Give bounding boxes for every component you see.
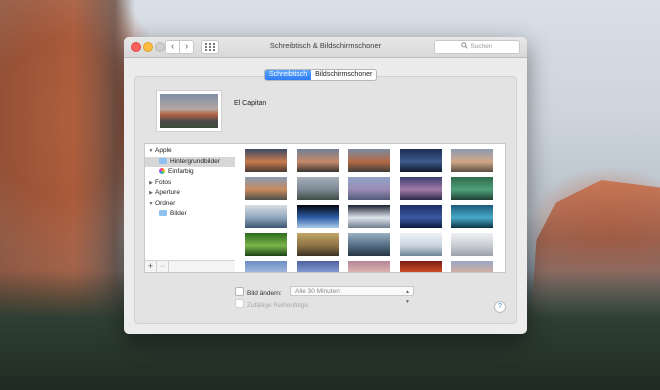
wallpaper-thumbnail[interactable] bbox=[296, 149, 339, 172]
wallpaper-thumbnail[interactable] bbox=[296, 261, 339, 272]
random-order-label: Zufällige Reihenfolge bbox=[247, 302, 309, 309]
wallpaper-thumbnail[interactable] bbox=[451, 177, 493, 200]
add-folder-button[interactable]: + bbox=[145, 261, 157, 272]
wallpaper-thumbnail[interactable] bbox=[348, 233, 390, 256]
folder-icon bbox=[159, 210, 167, 216]
tab-schreibtisch[interactable]: Schreibtisch bbox=[265, 70, 312, 80]
sidebar-item-apple[interactable]: ▼ Apple bbox=[145, 146, 236, 157]
change-picture-label: Bild ändern: bbox=[247, 290, 282, 297]
wallpaper-thumbnail[interactable] bbox=[399, 233, 442, 256]
wallpaper-thumbnail[interactable] bbox=[245, 233, 287, 256]
search-placeholder: Suchen bbox=[470, 43, 493, 50]
change-picture-checkbox[interactable] bbox=[235, 287, 244, 296]
wallpaper-thumbnail[interactable] bbox=[451, 261, 493, 272]
preview-image bbox=[160, 94, 218, 128]
wallpaper-thumbnail[interactable] bbox=[245, 261, 287, 272]
disclosure-closed-icon[interactable]: ▶ bbox=[147, 188, 155, 199]
source-list-footer: + − bbox=[145, 260, 236, 272]
popup-arrows-icon: ▲ ▼ bbox=[405, 289, 410, 305]
wallpaper-thumbnail[interactable] bbox=[451, 205, 493, 228]
disclosure-closed-icon[interactable]: ▶ bbox=[147, 178, 155, 189]
wallpaper-thumbnail[interactable] bbox=[348, 177, 390, 200]
disclosure-open-icon[interactable]: ▼ bbox=[147, 199, 155, 210]
wallpaper-thumbnail[interactable] bbox=[399, 177, 442, 200]
wallpaper-thumbnail[interactable] bbox=[245, 205, 287, 228]
interval-popup[interactable]: Alle 30 Minuten ▲ ▼ bbox=[290, 286, 414, 305]
sidebar-item-aperture[interactable]: ▶ Aperture bbox=[145, 188, 236, 199]
preferences-window: ‹ › Schreibtisch & Bildschirmschoner Suc… bbox=[124, 37, 527, 334]
help-button[interactable]: ? bbox=[494, 301, 506, 313]
color-wheel-icon bbox=[159, 168, 165, 174]
source-list: ▼ Apple Hintergrundbilder Einfarbig ▶ Foto… bbox=[144, 143, 237, 273]
current-wallpaper-name: El Capitan bbox=[234, 100, 267, 107]
title-bar: ‹ › Schreibtisch & Bildschirmschoner Suc… bbox=[124, 37, 527, 58]
wallpaper-thumbnail[interactable] bbox=[296, 233, 339, 256]
wallpaper-thumbnail[interactable] bbox=[451, 149, 493, 172]
tab-bar: Schreibtisch Bildschirmschoner bbox=[264, 69, 378, 81]
current-wallpaper-preview bbox=[156, 90, 222, 132]
sidebar-item-hintergrundbilder[interactable]: Hintergrundbilder bbox=[145, 156, 236, 167]
remove-folder-button[interactable]: − bbox=[157, 261, 169, 272]
wallpaper-thumbnail[interactable] bbox=[296, 205, 339, 228]
sidebar-item-fotos[interactable]: ▶ Fotos bbox=[145, 178, 236, 189]
sidebar-item-bilder[interactable]: Bilder bbox=[145, 209, 236, 220]
wallpaper-thumbnail[interactable] bbox=[399, 205, 442, 228]
tab-bildschirmschoner[interactable]: Bildschirmschoner bbox=[311, 70, 376, 80]
interval-value: Alle 30 Minuten bbox=[295, 288, 340, 295]
wallpaper-thumbnail[interactable] bbox=[245, 177, 287, 200]
sidebar-item-ordner[interactable]: ▼ Ordner bbox=[145, 199, 236, 210]
wallpaper-thumbnail[interactable] bbox=[296, 177, 339, 200]
options-area: Bild ändern: Alle 30 Minuten ▲ ▼ Zufällig… bbox=[235, 286, 414, 311]
wallpaper-thumbnail[interactable] bbox=[399, 261, 442, 272]
random-order-checkbox[interactable] bbox=[235, 299, 244, 308]
folder-icon bbox=[159, 157, 167, 164]
wallpaper-thumbnail[interactable] bbox=[348, 261, 390, 272]
disclosure-open-icon[interactable]: ▼ bbox=[147, 146, 155, 157]
wallpaper-thumbnail[interactable] bbox=[245, 149, 287, 172]
search-field[interactable]: Suchen bbox=[434, 40, 520, 54]
wallpaper-thumbnail[interactable] bbox=[348, 149, 390, 172]
wallpaper-thumbnail[interactable] bbox=[348, 205, 390, 228]
wallpaper-thumbnail[interactable] bbox=[451, 233, 493, 256]
wallpaper-gallery bbox=[235, 143, 506, 273]
wallpaper-thumbnail[interactable] bbox=[399, 149, 442, 172]
search-icon bbox=[461, 42, 469, 49]
sidebar-item-einfarbig[interactable]: Einfarbig bbox=[145, 167, 236, 178]
